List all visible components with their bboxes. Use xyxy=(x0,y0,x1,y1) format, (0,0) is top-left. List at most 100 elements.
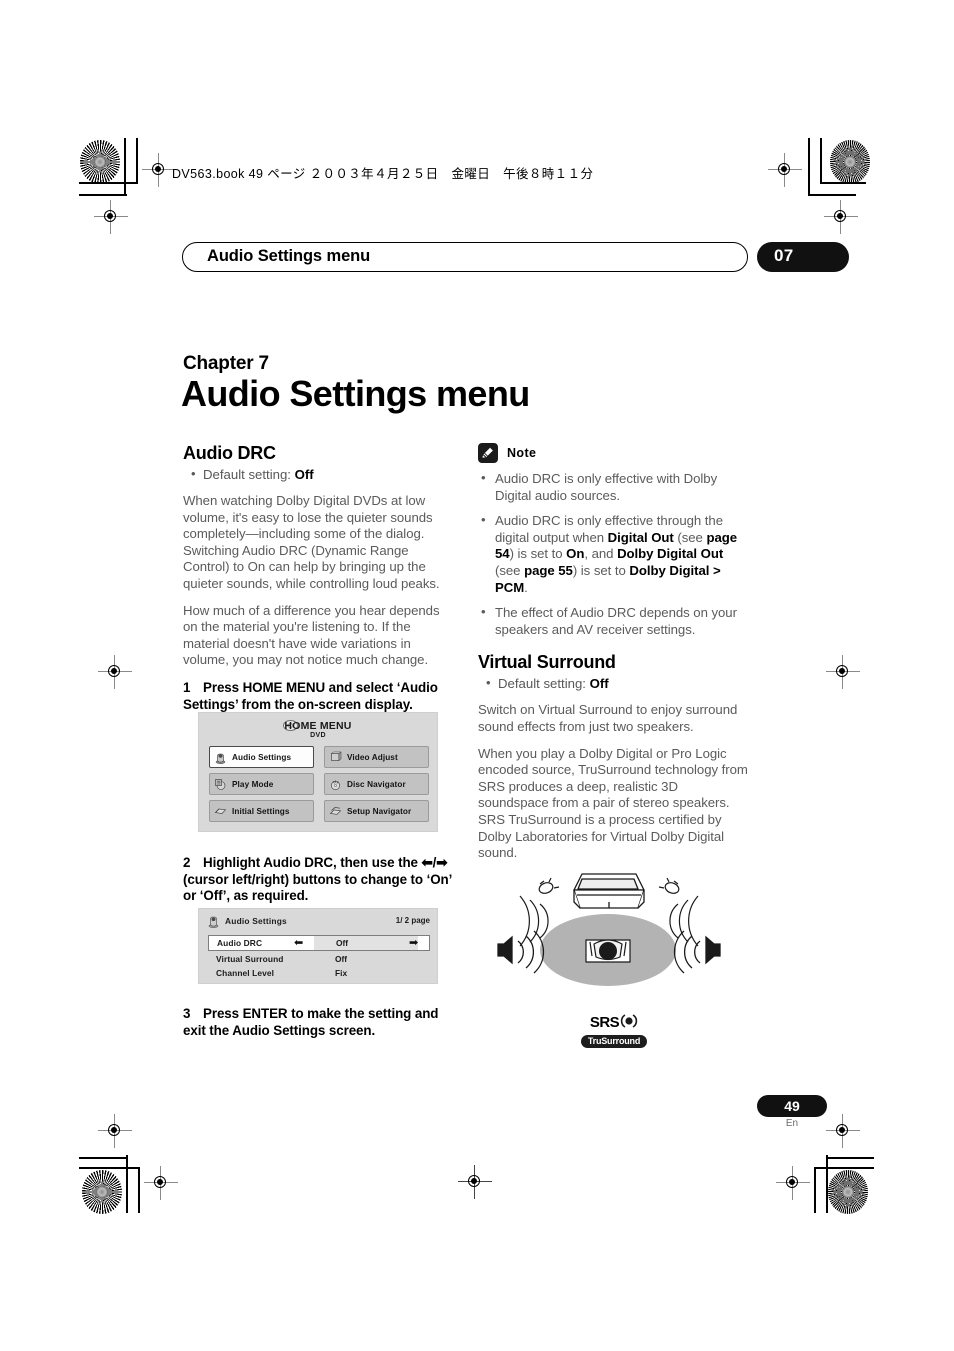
chapter-label: Chapter 7 xyxy=(183,353,269,374)
home-menu-title: HOME MENU xyxy=(284,720,352,732)
home-menu-item-initial-settings[interactable]: Initial Settings xyxy=(209,800,314,822)
note-item: Audio DRC is only effective with Dolby D… xyxy=(478,470,750,504)
section-heading-virtual-surround: Virtual Surround xyxy=(478,652,616,673)
registration-mark-bottom-center xyxy=(458,1165,492,1199)
crop-mark xyxy=(814,1167,816,1213)
home-menu-item-setup-navigator[interactable]: Setup Navigator xyxy=(324,800,429,822)
step-3-number: 3 xyxy=(183,1005,191,1021)
speaker-icon xyxy=(207,914,220,928)
cursor-left-icon[interactable]: ⬅ xyxy=(294,938,305,949)
starburst-mark-bottom-left xyxy=(82,1170,122,1214)
step-3-text: Press ENTER to make the setting and exit… xyxy=(183,1005,439,1038)
crop-mark xyxy=(79,1167,139,1169)
home-menu-item-label: Initial Settings xyxy=(232,806,290,816)
home-menu-item-play-mode[interactable]: Play Mode xyxy=(209,773,314,795)
setup-navigator-icon xyxy=(329,805,342,818)
right-column: Note Audio DRC is only effective with Do… xyxy=(478,443,750,872)
home-menu-item-label: Video Adjust xyxy=(347,752,398,762)
starburst-mark-top-left xyxy=(80,140,120,184)
osd-row-virtual-surround[interactable]: Virtual Surround Off xyxy=(208,952,430,967)
crop-mark xyxy=(79,194,127,196)
crop-mark xyxy=(124,138,126,196)
note-title: Note xyxy=(507,446,537,460)
home-menu-item-label: Disc Navigator xyxy=(347,779,406,789)
home-menu-item-audio-settings[interactable]: Audio Settings xyxy=(209,746,314,768)
section-heading-audio-drc: Audio DRC xyxy=(183,443,276,463)
srs-wordmark: SRS xyxy=(589,1014,620,1031)
cursor-right-icon[interactable]: ➡ xyxy=(409,938,420,949)
registration-mark-top-left xyxy=(142,153,176,187)
osd-row-label: Audio DRC xyxy=(217,938,263,948)
osd-row-label: Virtual Surround xyxy=(216,954,284,964)
note-text: , and xyxy=(584,546,618,562)
initial-settings-icon xyxy=(214,805,227,818)
srs-circle-icon xyxy=(620,1014,638,1031)
osd-row-value: Off xyxy=(336,938,349,948)
step-3: 3 Press ENTER to make the setting and exi… xyxy=(183,1006,453,1039)
registration-mark-right-upper xyxy=(824,200,858,234)
step-1: 1 Press HOME MENU and select ‘Audio Setti… xyxy=(183,680,453,713)
home-menu-screenshot: HOME MENU DVD Audio Settings Video Adjus… xyxy=(198,712,438,832)
srs-trusurround-diagram: SRS TruSurround xyxy=(478,862,750,1052)
note-text: (see xyxy=(495,562,525,578)
home-menu-item-label: Setup Navigator xyxy=(347,806,412,816)
registration-mark-left-middle xyxy=(98,655,132,689)
disc-navigator-icon xyxy=(329,778,342,791)
crop-mark xyxy=(808,138,810,196)
default-setting-prefix: Default setting: xyxy=(203,467,295,482)
default-setting-list-virtual-surround: Default setting: Off xyxy=(478,674,750,693)
home-menu-item-disc-navigator[interactable]: Disc Navigator xyxy=(324,773,429,795)
osd-row-label: Channel Level xyxy=(216,968,275,978)
default-setting-item: Default setting: Off xyxy=(478,674,750,693)
paragraph-virtual-surround-2: When you play a Dolby Digital or Pro Log… xyxy=(478,745,748,861)
monitor-icon xyxy=(329,751,342,764)
paragraph-virtual-surround-1: Switch on Virtual Surround to enjoy surr… xyxy=(478,702,738,734)
note-text: . xyxy=(524,579,528,595)
step-2-text-a: Highlight Audio DRC, then use the xyxy=(203,855,422,871)
audio-settings-osd-header: Audio Settings 1/ 2 page xyxy=(199,914,439,930)
crop-mark xyxy=(138,1167,140,1213)
default-setting-value: Off xyxy=(294,467,314,482)
page-language-code: En xyxy=(785,1118,799,1129)
audio-settings-page-indicator: 1/ 2 page xyxy=(395,916,430,925)
srs-logo-text: SRS xyxy=(574,1014,654,1031)
registration-mark-top-right xyxy=(768,153,802,187)
running-head: Audio Settings menu xyxy=(182,242,748,272)
paragraph-audio-drc-1: When watching Dolby Digital DVDs at low … xyxy=(183,493,440,591)
note-emphasis: Dolby Digital Out xyxy=(617,546,724,562)
starburst-mark-top-right xyxy=(830,140,870,184)
home-menu-item-label: Audio Settings xyxy=(232,752,292,762)
note-item: Audio DRC is only effective through the … xyxy=(478,512,750,596)
home-menu-item-video-adjust[interactable]: Video Adjust xyxy=(324,746,429,768)
cursor-left-icon: ⬅ xyxy=(421,855,433,871)
default-setting-list-audio-drc: Default setting: Off xyxy=(183,465,453,484)
paragraph-audio-drc-2: How much of a difference you hear depend… xyxy=(183,602,440,668)
osd-row-value: Fix xyxy=(335,968,348,978)
note-emphasis: page 55 xyxy=(524,562,573,578)
running-head-title: Audio Settings menu xyxy=(207,247,371,265)
crop-mark xyxy=(826,1155,828,1213)
note-text: ) is set to xyxy=(509,546,567,562)
crop-mark xyxy=(820,182,866,184)
audio-settings-osd-title: Audio Settings xyxy=(225,916,287,926)
registration-mark-bottom-left xyxy=(144,1166,178,1200)
crop-mark xyxy=(136,138,138,184)
chapter-number-tab: 07 xyxy=(757,242,849,272)
trusurround-badge: TruSurround xyxy=(580,1035,648,1048)
osd-row-audio-drc[interactable]: Audio DRC ⬅ Off ➡ xyxy=(208,935,430,951)
note-item: The effect of Audio DRC depends on your … xyxy=(478,604,750,638)
crop-mark xyxy=(126,1155,128,1213)
home-menu-subtitle: DVD xyxy=(310,732,326,739)
registration-mark-bottom-right xyxy=(776,1166,810,1200)
crop-mark xyxy=(79,182,137,184)
step-1-number: 1 xyxy=(183,679,191,695)
speaker-icon xyxy=(214,751,227,764)
surround-illustration xyxy=(497,873,721,986)
step-2-text-b: (cursor left/right) buttons to change to… xyxy=(183,871,452,904)
crop-mark xyxy=(826,1157,874,1159)
note-text: Audio DRC is only effective with Dolby D… xyxy=(495,471,718,503)
default-setting-item: Default setting: Off xyxy=(183,465,453,484)
manual-page: DV563.book 49 ページ ２００３年４月２５日 金曜日 午後８時１１分 xyxy=(0,0,954,1351)
osd-row-channel-level[interactable]: Channel Level Fix xyxy=(208,966,430,981)
note-header: Note xyxy=(478,443,750,463)
